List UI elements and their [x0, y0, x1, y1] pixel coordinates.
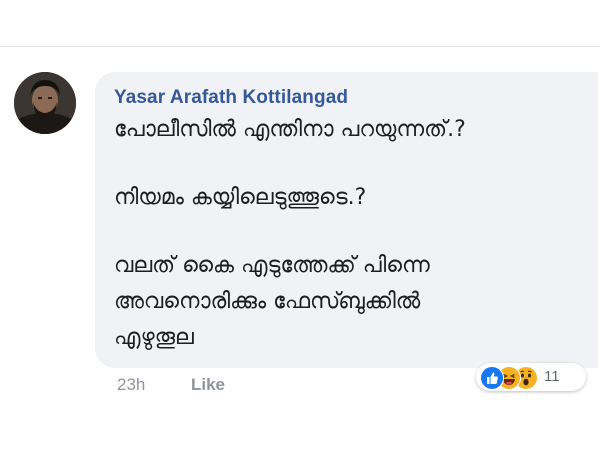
- author-name[interactable]: Yasar Arafath Kottilangad: [114, 87, 348, 109]
- comment-line-2: നിയമം കയ്യിലെടുത്തൂടെ.?: [114, 185, 367, 210]
- reaction-count: 11: [544, 368, 560, 385]
- like-reaction-icon: [480, 366, 504, 390]
- avatar[interactable]: [14, 72, 76, 134]
- comment-actions: 23h Like: [117, 375, 225, 395]
- like-button[interactable]: Like: [191, 375, 225, 395]
- timestamp[interactable]: 23h: [117, 375, 145, 394]
- comment-line-3: വലത് കൈ എടുത്തേക്ക് പിന്നെ: [114, 253, 430, 278]
- comment-line-4: അവനൊരിക്കും ഫേസ്ബുക്കിൽ: [114, 289, 421, 314]
- avatar-photo: [14, 72, 76, 134]
- reactions-summary[interactable]: 11: [476, 363, 586, 391]
- comment-line-1: പോലീസിൽ എന്തിനാ പറയുന്നത്.?: [114, 117, 466, 142]
- comment-line-5: എഴുതൂല: [114, 325, 194, 350]
- comment: Yasar Arafath Kottilangad പോലീസിൽ എന്തിന…: [0, 0, 600, 450]
